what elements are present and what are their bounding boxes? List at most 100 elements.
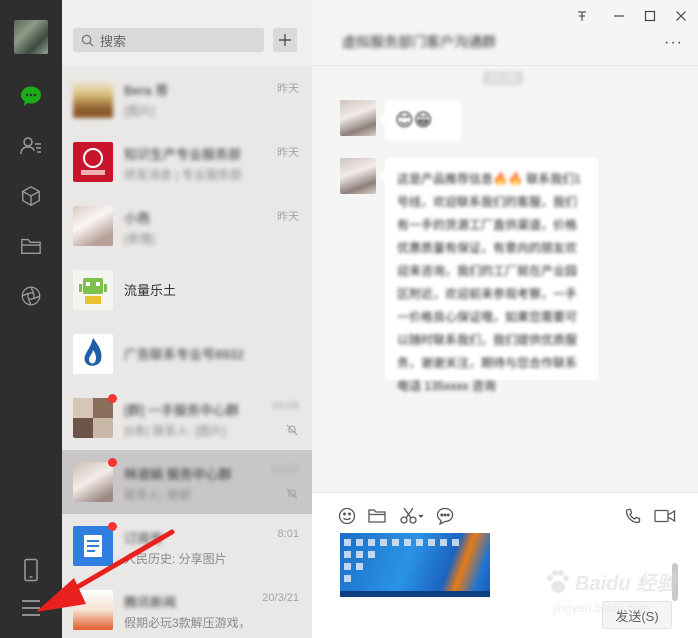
emoji-button[interactable] <box>336 505 358 527</box>
desktop-icon <box>356 563 363 570</box>
message-time: 20/3/21 <box>262 592 299 604</box>
cube-icon <box>22 186 40 206</box>
chat-panel: 虚拟服务部门客户沟通群 ··· 10:26 😊😁 这是产品推荐信息🔥🔥 联系我们… <box>312 0 698 638</box>
search-input[interactable]: 搜索 <box>73 28 264 52</box>
sender-avatar[interactable] <box>340 158 376 194</box>
message-time: 10:07 <box>271 464 299 476</box>
contact-name: 流量乐土 <box>124 283 177 298</box>
desktop-icon <box>344 563 351 570</box>
list-item[interactable]: 腾讯新闻 假期必玩3款解压游戏， 20/3/21 <box>62 578 312 638</box>
contact-avatar <box>73 462 113 502</box>
hamburger-menu-icon <box>22 600 40 616</box>
contact-name: [群] 一手服务中心群 <box>124 403 239 418</box>
contact-name: 知识生产专业服务部 <box>124 147 242 162</box>
message-time: 昨天 <box>277 83 299 95</box>
nav-favorites-button[interactable] <box>0 176 62 216</box>
search-bar: 搜索 <box>62 0 312 66</box>
chat-title: 虚拟服务部门客户沟通群 <box>342 34 496 50</box>
sender-avatar[interactable] <box>340 100 376 136</box>
list-item[interactable]: Bera 哥 [图片] 昨天 <box>62 66 312 130</box>
mute-bell-icon <box>286 424 298 436</box>
conversation-list: 搜索 Bera 哥 [图片] 昨天 知识生产专业服务部 转发消息 | 专业服务部… <box>62 0 312 638</box>
message-bubble-text[interactable]: 这是产品推荐信息🔥🔥 联系我们1号线，欢迎联系我们的客服，我们有一手的货源工厂直… <box>379 158 598 393</box>
nav-chats-button[interactable] <box>0 76 62 116</box>
maximize-button[interactable] <box>640 6 660 26</box>
list-item[interactable]: [群] 一手服务中心群 [6条] 联系人: [图片] 16:09 <box>62 386 312 450</box>
contact-name: 小燕 <box>124 211 151 226</box>
contact-avatar <box>73 78 113 118</box>
phone-device-button[interactable] <box>0 550 62 590</box>
desktop-icon <box>380 539 387 546</box>
message-preview: 联系人: 谢谢 <box>124 488 191 502</box>
list-item[interactable]: 订阅号 人民历史: 分享图片 8:01 <box>62 514 312 578</box>
contact-name: Bera 哥 <box>124 83 169 98</box>
close-button[interactable] <box>671 6 691 26</box>
list-item[interactable]: 小燕 [表情] 昨天 <box>62 194 312 258</box>
pin-icon <box>578 11 586 21</box>
desktop-icon <box>416 539 423 546</box>
message-preview: [图片] <box>124 104 155 118</box>
folder-icon <box>368 509 386 523</box>
nav-moments-button[interactable] <box>0 276 62 316</box>
start-chat-button[interactable] <box>273 28 297 52</box>
more-options-button[interactable]: ··· <box>664 34 683 52</box>
contact-name: 腾讯新闻 <box>124 595 177 610</box>
message-preview: [表情] <box>124 232 155 246</box>
message-preview: 转发消息 | 专业服务部 <box>124 168 242 182</box>
list-item-selected[interactable]: 林淑娟 服务中心群 联系人: 谢谢 10:07 <box>62 450 312 514</box>
desktop-icon <box>452 539 459 546</box>
pasted-screenshot-thumbnail[interactable] <box>340 533 490 597</box>
plus-icon <box>279 34 291 46</box>
contact-avatar <box>73 590 113 630</box>
contact-avatar <box>73 526 113 566</box>
group-avatar <box>73 398 113 438</box>
nav-files-button[interactable] <box>0 226 62 266</box>
search-placeholder: 搜索 <box>100 33 127 49</box>
desktop-icon <box>440 539 447 546</box>
user-avatar[interactable] <box>14 20 48 54</box>
desktop-icon <box>404 539 411 546</box>
message-text: 这是产品推荐信息🔥🔥 联系我们1号线，欢迎联系我们的客服，我们有一手的货源工厂直… <box>397 172 581 393</box>
mobile-phone-icon <box>24 558 38 582</box>
phone-icon <box>625 508 641 524</box>
desktop-icon <box>344 539 351 546</box>
message-time: 8:01 <box>277 528 299 540</box>
baidu-watermark: Baidu 经验 jingyan.baidu.com <box>543 565 693 625</box>
minimize-button[interactable] <box>609 6 629 26</box>
contacts-icon <box>20 137 41 155</box>
send-file-button[interactable] <box>366 505 388 527</box>
settings-menu-button[interactable] <box>0 588 62 628</box>
video-camera-icon <box>654 509 676 523</box>
paw-logo-icon <box>547 570 569 593</box>
list-item[interactable]: 知识生产专业服务部 转发消息 | 专业服务部 昨天 <box>62 130 312 194</box>
list-item[interactable]: 广告联系专业号8932 <box>62 322 312 386</box>
desktop-icon <box>344 575 351 582</box>
message-time: 16:09 <box>271 400 299 412</box>
unread-badge <box>108 458 117 467</box>
desktop-icon <box>368 539 375 546</box>
logo-icon <box>81 148 105 175</box>
robot-logo-icon <box>79 278 107 304</box>
scissors-icon <box>400 507 424 524</box>
message-preview: 假期必玩3款解压游戏， <box>124 616 251 630</box>
unread-badge <box>108 522 117 531</box>
contact-name: 广告联系专业号8932 <box>124 347 244 362</box>
desktop-icon <box>368 551 375 558</box>
unread-badge <box>108 394 117 403</box>
search-icon <box>81 34 94 47</box>
comment-dots-icon <box>436 507 454 525</box>
contact-name: 林淑娟 服务中心群 <box>124 467 232 482</box>
smiley-icon <box>338 507 356 525</box>
message-bubble-emoji[interactable]: 😊😁 <box>379 101 461 141</box>
chat-history-button[interactable] <box>434 505 456 527</box>
voice-call-button[interactable] <box>622 505 644 527</box>
desktop-icon <box>356 539 363 546</box>
list-item[interactable]: 流量乐土 <box>62 258 312 322</box>
pin-window-button[interactable] <box>572 6 592 26</box>
contact-avatar <box>73 270 113 310</box>
screenshot-button[interactable] <box>398 505 426 527</box>
video-call-button[interactable] <box>652 505 678 527</box>
minimize-icon <box>614 15 624 17</box>
watermark-url: jingyan.baidu.com <box>553 601 650 615</box>
nav-contacts-button[interactable] <box>0 126 62 166</box>
